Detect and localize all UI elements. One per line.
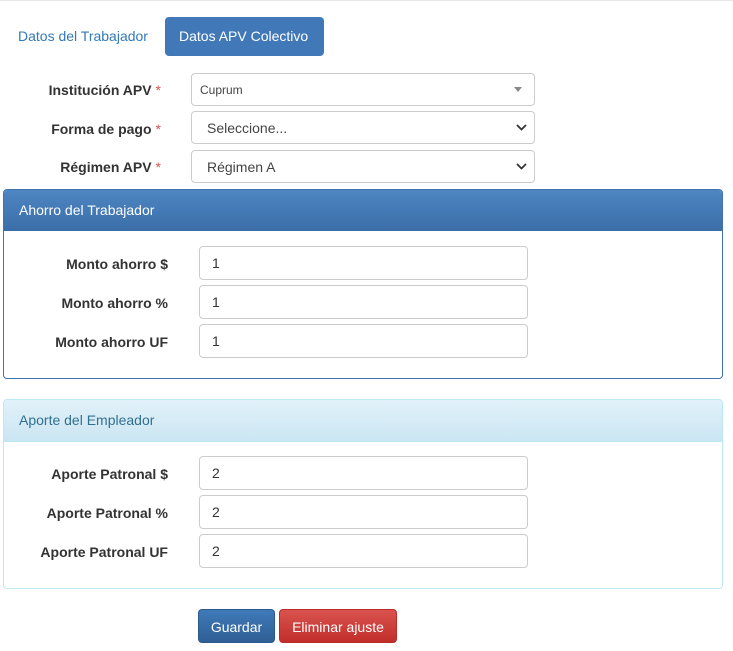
institution-label: Institución APV * (0, 82, 161, 98)
regime-select-value: Régimen A (207, 158, 276, 175)
institution-select[interactable]: Cuprum (191, 73, 535, 106)
field-label: Aporte Patronal $ (51, 466, 168, 482)
save-button[interactable]: Guardar (198, 609, 275, 643)
payment-label: Forma de pago * (0, 121, 161, 137)
field-label: Monto ahorro $ (66, 256, 168, 272)
payment-select-value: Seleccione... (207, 119, 288, 136)
monto-ahorro-percent-input[interactable]: 1 (199, 285, 528, 319)
regime-select[interactable]: Régimen A (191, 150, 535, 183)
dropdown-arrow-icon (514, 87, 522, 92)
field-label: Aporte Patronal % (46, 505, 168, 521)
aporte-patronal-pesos-input[interactable]: 2 (199, 456, 528, 490)
required-mark: * (155, 121, 161, 137)
aporte-patronal-uf-input[interactable]: 2 (199, 534, 528, 568)
delete-adjustment-button[interactable]: Eliminar ajuste (279, 609, 397, 643)
employer-contribution-title: Aporte del Empleador (4, 400, 722, 442)
required-mark: * (155, 82, 161, 98)
payment-select[interactable]: Seleccione... (191, 111, 535, 144)
payment-label-text: Forma de pago (51, 121, 152, 137)
required-mark: * (155, 159, 161, 175)
field-label: Monto ahorro % (61, 295, 168, 311)
top-divider (0, 0, 733, 1)
chevron-down-icon (512, 161, 530, 173)
regime-label-text: Régimen APV (60, 159, 152, 175)
monto-ahorro-pesos-input[interactable]: 1 (199, 246, 528, 280)
worker-savings-title: Ahorro del Trabajador (4, 190, 722, 231)
regime-label: Régimen APV * (0, 159, 161, 175)
tab-worker-data[interactable]: Datos del Trabajador (4, 17, 162, 56)
monto-ahorro-uf-input[interactable]: 1 (199, 324, 528, 358)
chevron-down-icon (512, 122, 530, 134)
institution-label-text: Institución APV (48, 82, 152, 98)
aporte-patronal-percent-input[interactable]: 2 (199, 495, 528, 529)
institution-select-value: Cuprum (200, 82, 243, 97)
tab-apv-collective[interactable]: Datos APV Colectivo (165, 17, 324, 56)
field-label: Monto ahorro UF (55, 334, 168, 350)
field-label: Aporte Patronal UF (40, 544, 168, 560)
